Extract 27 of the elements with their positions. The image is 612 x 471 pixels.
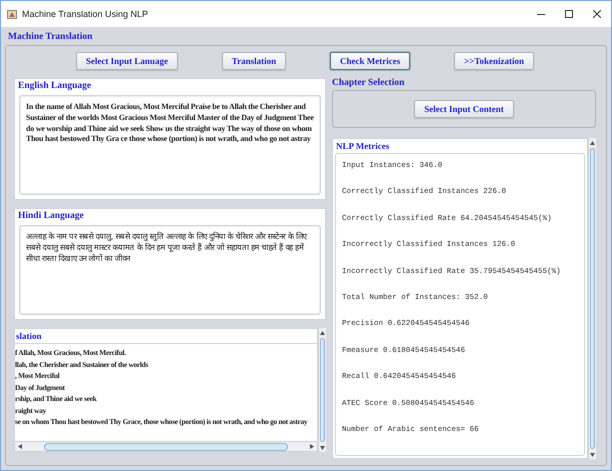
section-title: Chapter Selection (332, 78, 406, 90)
section-title: slation (15, 329, 317, 344)
app-icon (7, 9, 17, 19)
toolbar-button[interactable]: Select Input Lanuage (76, 52, 178, 70)
vertical-scrollbar[interactable] (588, 138, 596, 459)
panel-title: Machine Translation (7, 31, 94, 44)
scroll-down-icon[interactable] (320, 446, 325, 450)
toolbar-button[interactable]: >>Tokenization (454, 52, 534, 70)
section-title: NLP Metrices (335, 140, 390, 153)
scroll-up-icon[interactable] (320, 330, 325, 334)
hindi-text-area[interactable]: अल्लाह के नाम पर सबसे दयालु, सबसे दयालु स्तुति अल्लाह के लिए दुनिया के चेरिशर और सस्टेनर के लिए सबसे दयालु सबसे दयालु मास्टर कयामत के दिन हम पूजा करते हैं और जो सहायता हम चाहते हैं वह हमें सीधा रास्ता दिखाए उन लोगों का जीवन (19, 225, 321, 315)
english-text-area[interactable]: In the name of Allah Most Gracious, Most Merciful Praise be to Allah the Cherisher and Sustainer of the worlds Most Gracious Most Merciful Master of the Day of Judgment Thee do we worship and Thine aid we seek Show us the straight way The way of those on whom Thou hast bestowed Thy Gra ce those whose (portion) is not wrath, and who go not astray (19, 95, 321, 195)
toolbar-button[interactable]: Check Metrices (330, 52, 410, 70)
metrics-text-area[interactable] (335, 153, 585, 456)
vertical-scrollbar[interactable] (318, 328, 326, 452)
scroll-right-icon[interactable] (310, 444, 314, 449)
horizontal-scrollbar[interactable] (15, 441, 317, 451)
scroll-left-icon[interactable] (18, 444, 22, 449)
scroll-down-icon[interactable] (590, 452, 595, 456)
scroll-up-icon[interactable] (590, 140, 595, 144)
window-title: Machine Translation Using NLP (22, 9, 150, 19)
section-title: English Language (17, 80, 92, 93)
section-title: Hindi Language (17, 210, 85, 223)
close-icon[interactable] (593, 10, 601, 18)
maximize-icon[interactable] (565, 10, 573, 18)
select-content-button[interactable]: Select Input Content (414, 100, 514, 118)
toolbar-button[interactable]: Translation (222, 52, 286, 70)
